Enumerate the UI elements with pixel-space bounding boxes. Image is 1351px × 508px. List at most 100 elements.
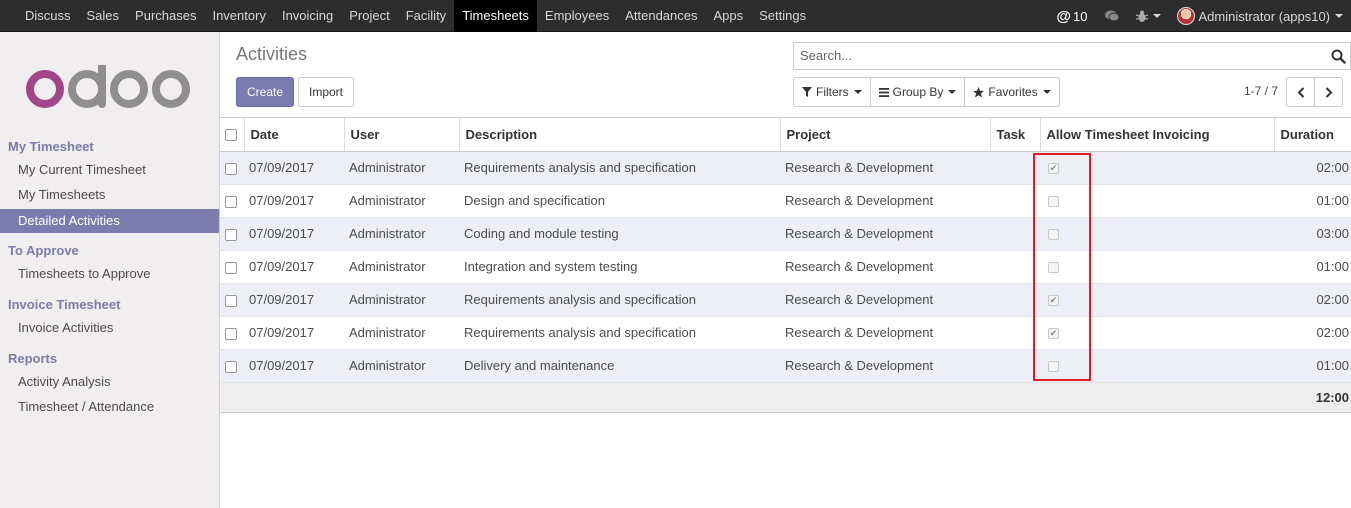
sidebar-item-invoice-activities[interactable]: Invoice Activities	[0, 316, 219, 340]
page-title: Activities	[236, 44, 308, 64]
search-input[interactable]: Search...	[793, 42, 1351, 70]
table-row[interactable]: 07/09/2017 Administrator Design and specif…	[220, 184, 1351, 218]
cell-date: 07/09/2017	[244, 316, 344, 350]
menu-timesheets[interactable]: Timesheets	[454, 0, 537, 32]
cell-project: Research & Development	[780, 184, 990, 218]
debug-button[interactable]	[1128, 0, 1169, 32]
caret-down-icon	[1152, 14, 1161, 18]
column-project[interactable]: Project	[780, 118, 991, 152]
allow-invoicing-checkbox: ✔	[1048, 163, 1059, 175]
caret-down-icon	[948, 90, 957, 94]
activities-table: Date User Description Project Task Allow…	[220, 118, 1351, 413]
search-icon[interactable]	[1331, 49, 1346, 64]
menu-facility[interactable]: Facility	[398, 0, 454, 32]
table-row[interactable]: 07/09/2017 Administrator Requirements anal…	[220, 283, 1351, 317]
cell-task	[990, 283, 1040, 317]
cell-task	[990, 250, 1040, 284]
table-row[interactable]: 07/09/2017 Administrator Requirements anal…	[220, 151, 1351, 185]
menu-discuss[interactable]: Discuss	[17, 0, 79, 32]
row-select-checkbox[interactable]	[220, 151, 244, 185]
allow-invoicing-checkbox	[1048, 196, 1059, 208]
notifications-button[interactable]: @ 10	[1048, 0, 1095, 32]
table-row[interactable]: 07/09/2017 Administrator Integration and s…	[220, 250, 1351, 284]
menu-settings[interactable]: Settings	[751, 0, 814, 32]
column-duration[interactable]: Duration	[1274, 118, 1351, 152]
user-menu[interactable]: Administrator (apps10)	[1169, 0, 1351, 32]
list-icon	[878, 87, 889, 97]
cell-task	[990, 316, 1040, 350]
menu-apps[interactable]: Apps	[706, 0, 752, 32]
odoo-logo	[26, 65, 190, 108]
allow-invoicing-checkbox: ✔	[1048, 328, 1059, 340]
bug-icon	[1135, 10, 1148, 22]
sidebar-item-detailed-activities[interactable]: Detailed Activities	[0, 209, 219, 233]
sidebar-item-my-timesheets[interactable]: My Timesheets	[0, 183, 219, 207]
cell-project: Research & Development	[780, 283, 990, 317]
favorites-button[interactable]: Favorites	[964, 77, 1060, 107]
sidebar-item-timesheet-attendance[interactable]: Timesheet / Attendance	[0, 395, 219, 419]
select-all-checkbox[interactable]	[220, 118, 245, 152]
cell-date: 07/09/2017	[244, 184, 344, 218]
cell-duration: 02:00	[1274, 316, 1351, 350]
cell-duration: 03:00	[1274, 217, 1351, 251]
cell-date: 07/09/2017	[244, 349, 344, 383]
column-date[interactable]: Date	[244, 118, 345, 152]
menu-employees[interactable]: Employees	[537, 0, 617, 32]
caret-down-icon	[1335, 14, 1343, 18]
cell-user: Administrator	[344, 283, 459, 317]
table-footer: 12:00	[220, 381, 1351, 413]
column-description[interactable]: Description	[459, 118, 781, 152]
menu-sales[interactable]: Sales	[79, 0, 128, 32]
column-allow-invoicing[interactable]: Allow Timesheet Invoicing	[1040, 118, 1275, 152]
filters-label: Filters	[816, 85, 849, 99]
cell-duration: 01:00	[1274, 250, 1351, 284]
column-task[interactable]: Task	[990, 118, 1041, 152]
cell-user: Administrator	[344, 316, 459, 350]
pager-value[interactable]: 1-7 / 7	[1244, 84, 1278, 98]
chevron-left-icon	[1297, 86, 1304, 98]
chat-button[interactable]	[1096, 0, 1128, 32]
table-row[interactable]: 07/09/2017 Administrator Coding and module…	[220, 217, 1351, 251]
menu-invoicing[interactable]: Invoicing	[274, 0, 341, 32]
cell-duration: 02:00	[1274, 151, 1351, 185]
avatar	[1176, 7, 1195, 25]
cell-date: 07/09/2017	[244, 283, 344, 317]
row-select-checkbox[interactable]	[220, 250, 244, 284]
row-select-checkbox[interactable]	[220, 349, 244, 383]
pager-next-button[interactable]	[1314, 77, 1343, 107]
table-header: Date User Description Project Task Allow…	[220, 118, 1351, 152]
table-row[interactable]: 07/09/2017 Administrator Delivery and main…	[220, 349, 1351, 383]
top-navbar: Discuss Sales Purchases Inventory Invoic…	[0, 0, 1351, 32]
group-by-button[interactable]: Group By	[869, 77, 966, 107]
row-select-checkbox[interactable]	[220, 217, 244, 251]
table-row[interactable]: 07/09/2017 Administrator Requirements anal…	[220, 316, 1351, 350]
column-user[interactable]: User	[344, 118, 460, 152]
cell-description: Requirements analysis and specification	[459, 151, 780, 185]
menu-inventory[interactable]: Inventory	[204, 0, 273, 32]
menu-purchases[interactable]: Purchases	[127, 0, 204, 32]
cell-allow-invoicing	[1040, 184, 1274, 218]
search-placeholder: Search...	[800, 48, 853, 63]
pager-previous-button[interactable]	[1286, 77, 1315, 107]
menu-project[interactable]: Project	[341, 0, 397, 32]
cell-allow-invoicing: ✔	[1040, 316, 1274, 350]
allow-invoicing-checkbox: ✔	[1048, 295, 1059, 307]
sidebar-item-my-current-timesheet[interactable]: My Current Timesheet	[0, 158, 219, 182]
import-button[interactable]: Import	[298, 77, 354, 107]
filter-icon	[802, 87, 812, 97]
row-select-checkbox[interactable]	[220, 316, 244, 350]
cell-description: Coding and module testing	[459, 217, 780, 251]
create-button[interactable]: Create	[236, 77, 294, 107]
section-invoice-timesheet: Invoice Timesheet	[8, 297, 121, 312]
menu-attendances[interactable]: Attendances	[617, 0, 705, 32]
row-select-checkbox[interactable]	[220, 184, 244, 218]
sidebar-item-activity-analysis[interactable]: Activity Analysis	[0, 370, 219, 394]
filters-button[interactable]: Filters	[793, 77, 871, 107]
row-select-checkbox[interactable]	[220, 283, 244, 317]
star-icon	[973, 86, 985, 97]
cell-task	[990, 349, 1040, 383]
sidebar-item-timesheets-to-approve[interactable]: Timesheets to Approve	[0, 262, 219, 286]
cell-description: Requirements analysis and specification	[459, 316, 780, 350]
systray: @ 10 Administrator (apps10)	[1048, 0, 1351, 32]
cell-allow-invoicing	[1040, 349, 1274, 383]
